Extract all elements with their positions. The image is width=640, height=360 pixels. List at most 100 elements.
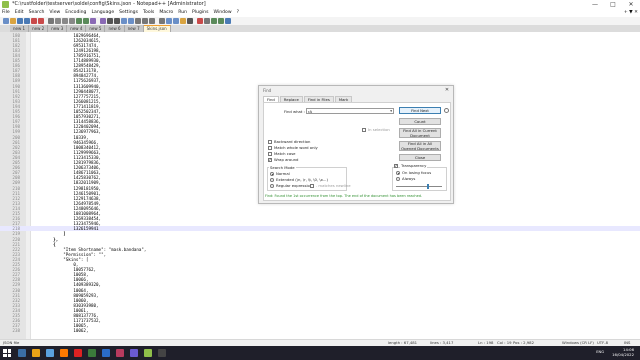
matches-newline-checkbox[interactable]: [310, 184, 314, 188]
steam-icon[interactable]: [88, 349, 96, 357]
close-window-button[interactable]: ✕: [622, 0, 640, 9]
menu-encoding[interactable]: Encoding: [65, 9, 86, 17]
close-all-icon[interactable]: [38, 18, 44, 24]
notepad-plus-plus-icon: [2, 1, 9, 8]
wrap-icon[interactable]: [135, 18, 141, 24]
zoom-in-icon[interactable]: [107, 18, 113, 24]
play-multi-icon[interactable]: [218, 18, 224, 24]
transparency-slider-thumb[interactable]: [427, 184, 430, 189]
transparency-slider[interactable]: [396, 186, 442, 187]
menu-window[interactable]: Window: [214, 9, 232, 17]
minimize-button[interactable]: —: [586, 0, 604, 9]
opera-icon[interactable]: [74, 349, 82, 357]
find-next-direction-icon[interactable]: [444, 108, 449, 113]
print-icon[interactable]: [48, 18, 54, 24]
sync-v-icon[interactable]: [121, 18, 127, 24]
backward-direction-checkbox[interactable]: [268, 140, 272, 144]
close-button[interactable]: Close: [399, 154, 441, 161]
menu-tools[interactable]: Tools: [143, 9, 154, 17]
input-language[interactable]: ENG: [596, 350, 604, 354]
notepad-plus-plus-icon[interactable]: [144, 349, 152, 357]
find-dialog-close-icon[interactable]: ✕: [444, 87, 450, 93]
indent-guide-icon[interactable]: [149, 18, 155, 24]
match-whole-word-label: Match whole word only: [274, 145, 318, 150]
tab-new-4[interactable]: new 4: [67, 25, 87, 32]
on-losing-focus-radio[interactable]: [396, 171, 400, 175]
folder-icon[interactable]: [180, 18, 186, 24]
record-icon[interactable]: [197, 18, 203, 24]
function-list-icon[interactable]: [173, 18, 179, 24]
menu-run[interactable]: Run: [178, 9, 187, 17]
lang-icon[interactable]: [159, 18, 165, 24]
find-all-opened-button[interactable]: Find All in All Opened Documents: [399, 141, 441, 151]
count-button[interactable]: Count: [399, 118, 441, 125]
tab-new-6[interactable]: new 6: [105, 25, 125, 32]
match-whole-word-checkbox[interactable]: [268, 146, 272, 150]
in-selection-checkbox[interactable]: [362, 128, 366, 132]
menu-view[interactable]: View: [49, 9, 60, 17]
maximize-button[interactable]: □: [604, 0, 622, 9]
tab-new-5[interactable]: new 5: [86, 25, 106, 32]
tab-new-1[interactable]: new 1: [10, 25, 30, 32]
discord-icon[interactable]: [102, 349, 110, 357]
play-icon[interactable]: [211, 18, 217, 24]
menu-help[interactable]: ?: [237, 9, 239, 17]
match-case-checkbox[interactable]: [268, 152, 272, 156]
find-what-input[interactable]: rA ▾: [306, 108, 394, 114]
task-view-icon[interactable]: [32, 349, 40, 357]
transparency-checkbox[interactable]: [394, 163, 398, 168]
firefox-icon[interactable]: [60, 349, 68, 357]
menu-edit[interactable]: Edit: [15, 9, 24, 17]
save-all-icon[interactable]: [24, 18, 30, 24]
tab-skins-json[interactable]: Skins.json: [143, 25, 171, 32]
extended-mode-label: Extended (\n, \r, \t, \0, \x...): [276, 177, 328, 182]
menu-language[interactable]: Language: [91, 9, 114, 17]
menu-plugins[interactable]: Plugins: [192, 9, 208, 17]
extended-mode-radio[interactable]: [270, 178, 274, 182]
code-line[interactable]: 238 10062,: [0, 328, 640, 333]
regex-mode-radio[interactable]: [270, 184, 274, 188]
find-all-current-button[interactable]: Find All in Current Document: [399, 128, 441, 138]
sync-h-icon[interactable]: [128, 18, 134, 24]
find-next-button[interactable]: Find Next: [399, 107, 441, 114]
stop-icon[interactable]: [204, 18, 210, 24]
chrome-icon[interactable]: [116, 349, 124, 357]
wrap-around-checkbox[interactable]: [268, 157, 272, 162]
terminal-icon[interactable]: [158, 349, 166, 357]
new-file-icon[interactable]: [3, 18, 9, 24]
line-number: 238: [12, 328, 20, 334]
teams-icon[interactable]: [130, 349, 138, 357]
tab-new-2[interactable]: new 2: [29, 25, 49, 32]
file-explorer-icon[interactable]: [46, 349, 54, 357]
tab-new-7[interactable]: new 7: [124, 25, 144, 32]
system-clock[interactable]: 14:06 16/04/2022: [612, 347, 634, 357]
menu-file[interactable]: File: [2, 9, 10, 17]
search-icon[interactable]: [18, 349, 26, 357]
tab-new-3[interactable]: new 3: [48, 25, 68, 32]
monitor-icon[interactable]: [187, 18, 193, 24]
menu-macro[interactable]: Macro: [159, 9, 173, 17]
paste-icon[interactable]: [69, 18, 75, 24]
windows-start-icon[interactable]: [3, 349, 11, 357]
save-icon[interactable]: [17, 18, 23, 24]
menu-settings[interactable]: Settings: [119, 9, 138, 17]
always-radio[interactable]: [396, 177, 400, 181]
normal-mode-radio[interactable]: [270, 172, 274, 176]
notepad-plus-plus-window: *C:\rustfolder\testserver\solde\config\S…: [0, 0, 640, 360]
close-icon[interactable]: [31, 18, 37, 24]
menu-search[interactable]: Search: [29, 9, 45, 17]
chevron-down-icon[interactable]: ▾: [390, 109, 392, 114]
zoom-out-icon[interactable]: [114, 18, 120, 24]
undo-icon[interactable]: [76, 18, 82, 24]
open-file-icon[interactable]: [10, 18, 16, 24]
find-icon[interactable]: [90, 18, 96, 24]
replace-icon[interactable]: [100, 18, 106, 24]
redo-icon[interactable]: [83, 18, 89, 24]
search-mode-title: Search Mode: [269, 165, 296, 170]
menu-right-controls[interactable]: + ▼ ✕: [624, 9, 638, 17]
save-macro-icon[interactable]: [225, 18, 231, 24]
all-chars-icon[interactable]: [142, 18, 148, 24]
cut-icon[interactable]: [55, 18, 61, 24]
doc-map-icon[interactable]: [166, 18, 172, 24]
copy-icon[interactable]: [62, 18, 68, 24]
